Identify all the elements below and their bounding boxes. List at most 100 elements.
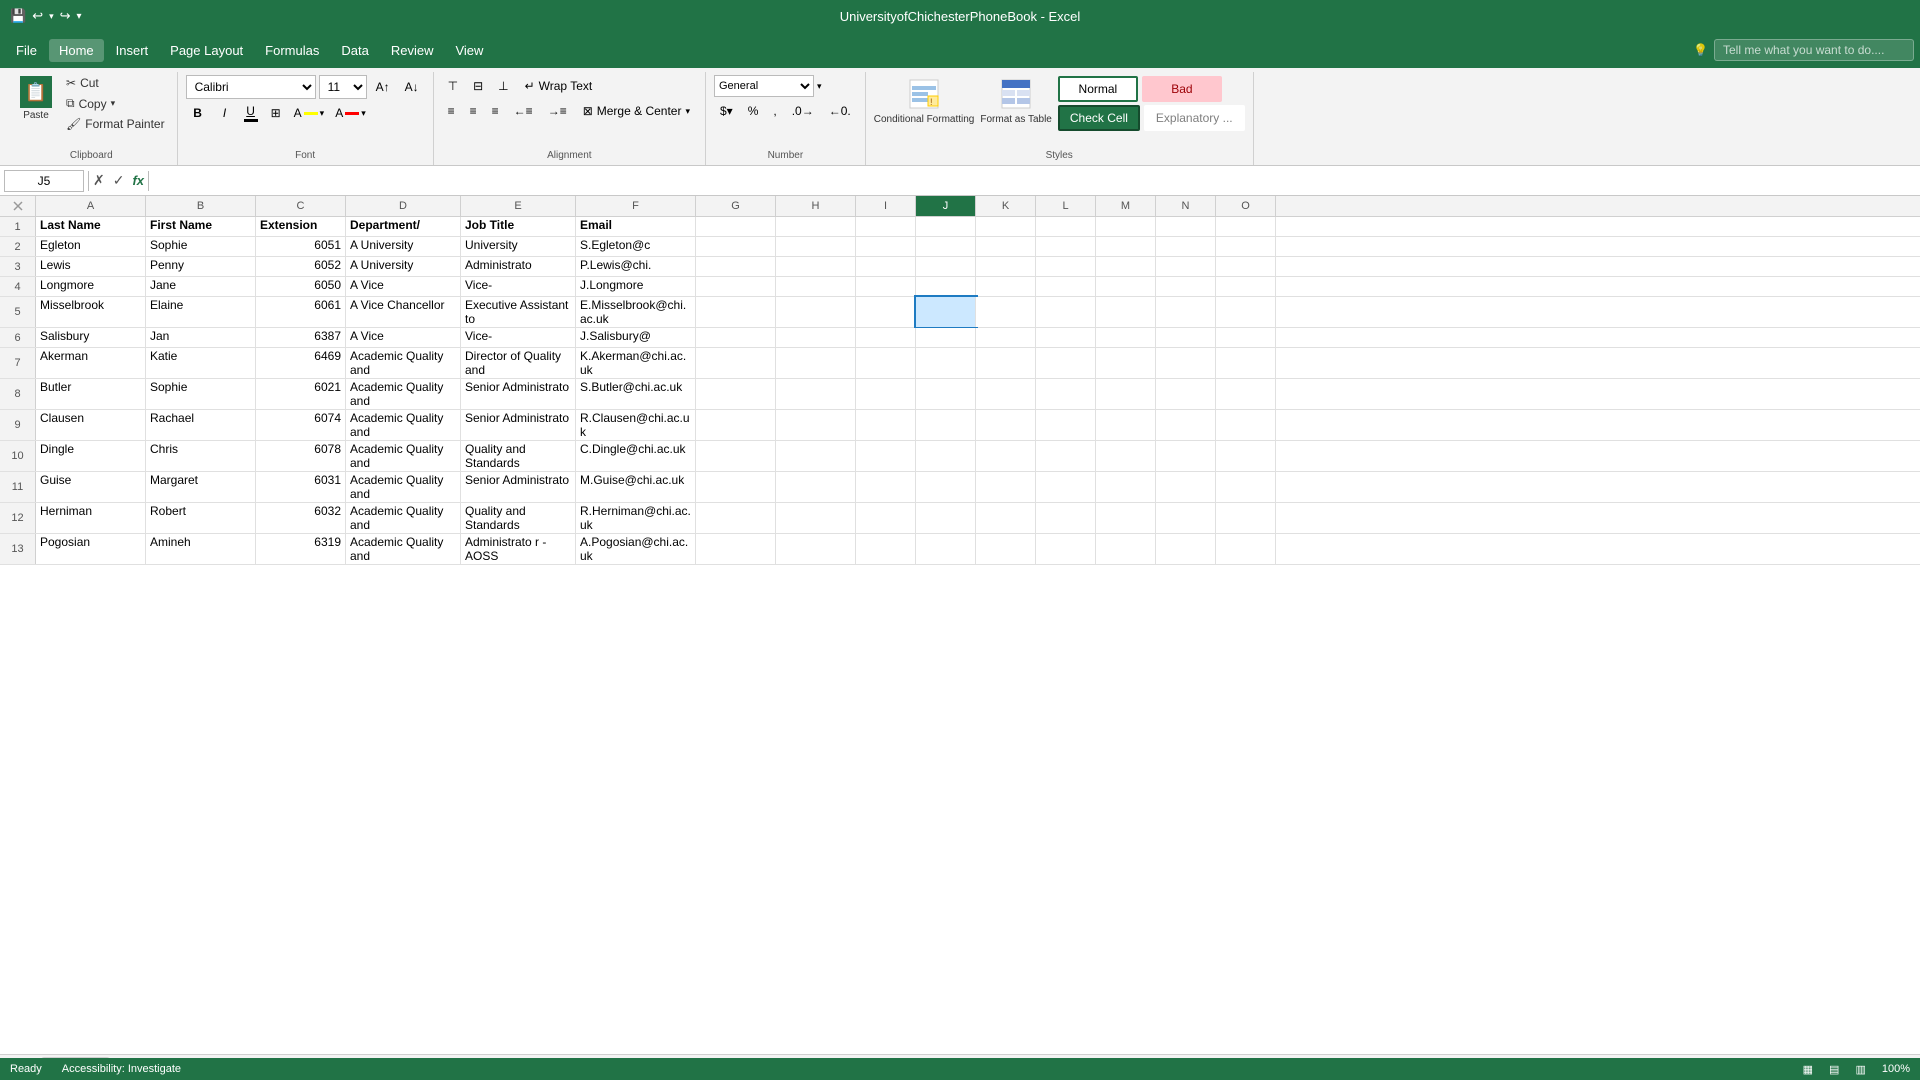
- insert-function-button[interactable]: fx: [132, 173, 144, 188]
- list-item[interactable]: Email: [576, 217, 696, 236]
- list-item[interactable]: [696, 534, 776, 564]
- col-header-m[interactable]: M: [1096, 196, 1156, 216]
- list-item[interactable]: R.Herniman@chi.ac.uk: [576, 503, 696, 533]
- list-item[interactable]: [916, 277, 976, 296]
- col-header-l[interactable]: L: [1036, 196, 1096, 216]
- currency-button[interactable]: $▾: [714, 100, 739, 122]
- undo-dropdown[interactable]: ▾: [49, 11, 54, 22]
- list-item[interactable]: 6469: [256, 348, 346, 378]
- col-header-a[interactable]: A: [36, 196, 146, 216]
- list-item[interactable]: [1156, 410, 1216, 440]
- list-item[interactable]: [696, 237, 776, 256]
- list-item[interactable]: [1036, 237, 1096, 256]
- list-item[interactable]: Academic Quality and: [346, 534, 461, 564]
- align-bottom-button[interactable]: ⊥: [492, 75, 514, 97]
- layout-view-button[interactable]: ▤: [1829, 1063, 1839, 1076]
- list-item[interactable]: Egleton: [36, 237, 146, 256]
- row-number[interactable]: 11: [0, 472, 36, 502]
- list-item[interactable]: Guise: [36, 472, 146, 502]
- list-item[interactable]: Lewis: [36, 257, 146, 276]
- list-item[interactable]: [1156, 257, 1216, 276]
- list-item[interactable]: 6051: [256, 237, 346, 256]
- list-item[interactable]: A Vice: [346, 277, 461, 296]
- list-item[interactable]: [1036, 217, 1096, 236]
- list-item[interactable]: [916, 503, 976, 533]
- merge-dropdown[interactable]: ▾: [685, 106, 690, 117]
- list-item[interactable]: [776, 297, 856, 327]
- list-item[interactable]: S.Butler@chi.ac.uk: [576, 379, 696, 409]
- list-item[interactable]: [856, 217, 916, 236]
- list-item[interactable]: Chris: [146, 441, 256, 471]
- wrap-text-button[interactable]: ↵ Wrap Text: [518, 76, 600, 96]
- underline-button[interactable]: U: [240, 102, 262, 124]
- list-item[interactable]: [1156, 534, 1216, 564]
- list-item[interactable]: [976, 257, 1036, 276]
- list-item[interactable]: [1216, 410, 1276, 440]
- align-right-button[interactable]: ≡: [486, 100, 505, 122]
- list-item[interactable]: Salisbury: [36, 328, 146, 347]
- list-item[interactable]: Sophie: [146, 379, 256, 409]
- list-item[interactable]: Senior Administrato: [461, 472, 576, 502]
- list-item[interactable]: [856, 328, 916, 347]
- align-middle-button[interactable]: ⊟: [467, 75, 489, 97]
- list-item[interactable]: [1096, 277, 1156, 296]
- list-item[interactable]: [1156, 441, 1216, 471]
- col-header-f[interactable]: F: [576, 196, 696, 216]
- list-item[interactable]: [856, 379, 916, 409]
- list-item[interactable]: [696, 257, 776, 276]
- align-left-button[interactable]: ≡: [442, 100, 461, 122]
- list-item[interactable]: [856, 534, 916, 564]
- list-item[interactable]: [776, 441, 856, 471]
- comma-button[interactable]: ,: [767, 100, 782, 122]
- list-item[interactable]: 6061: [256, 297, 346, 327]
- list-item[interactable]: [1216, 237, 1276, 256]
- list-item[interactable]: [1036, 410, 1096, 440]
- list-item[interactable]: [916, 328, 976, 347]
- list-item[interactable]: [1096, 348, 1156, 378]
- menu-page-layout[interactable]: Page Layout: [160, 39, 253, 62]
- list-item[interactable]: Elaine: [146, 297, 256, 327]
- list-item[interactable]: Sophie: [146, 237, 256, 256]
- list-item[interactable]: [1036, 277, 1096, 296]
- list-item[interactable]: [696, 348, 776, 378]
- list-item[interactable]: [916, 257, 976, 276]
- col-header-n[interactable]: N: [1156, 196, 1216, 216]
- list-item[interactable]: Academic Quality and: [346, 441, 461, 471]
- list-item[interactable]: [916, 379, 976, 409]
- increase-decimal-button[interactable]: .0→: [786, 100, 820, 122]
- page-break-button[interactable]: ▥: [1855, 1063, 1865, 1076]
- list-item[interactable]: 6078: [256, 441, 346, 471]
- list-item[interactable]: [856, 257, 916, 276]
- list-item[interactable]: University: [461, 237, 576, 256]
- list-item[interactable]: [916, 472, 976, 502]
- list-item[interactable]: Administrato r - AOSS: [461, 534, 576, 564]
- list-item[interactable]: [916, 237, 976, 256]
- list-item[interactable]: [696, 472, 776, 502]
- list-item[interactable]: [1036, 441, 1096, 471]
- copy-button[interactable]: ⧉ Copy ▾: [62, 94, 169, 113]
- list-item[interactable]: Katie: [146, 348, 256, 378]
- list-item[interactable]: Academic Quality and: [346, 503, 461, 533]
- list-item[interactable]: Clausen: [36, 410, 146, 440]
- col-header-d[interactable]: D: [346, 196, 461, 216]
- col-header-b[interactable]: B: [146, 196, 256, 216]
- list-item[interactable]: [1036, 257, 1096, 276]
- list-item[interactable]: [696, 277, 776, 296]
- list-item[interactable]: [1216, 441, 1276, 471]
- list-item[interactable]: [1096, 410, 1156, 440]
- row-number[interactable]: 10: [0, 441, 36, 471]
- border-button[interactable]: ⊞: [265, 102, 287, 124]
- row-number[interactable]: 5: [0, 297, 36, 327]
- list-item[interactable]: [696, 297, 776, 327]
- list-item[interactable]: Quality and Standards: [461, 503, 576, 533]
- number-format-dropdown[interactable]: ▾: [817, 81, 822, 92]
- normal-style[interactable]: Normal: [1058, 76, 1138, 102]
- list-item[interactable]: J.Longmore: [576, 277, 696, 296]
- cut-button[interactable]: ✂ Cut: [62, 74, 169, 92]
- list-item[interactable]: [976, 237, 1036, 256]
- list-item[interactable]: [776, 410, 856, 440]
- list-item[interactable]: [696, 410, 776, 440]
- list-item[interactable]: Senior Administrato: [461, 379, 576, 409]
- list-item[interactable]: [1216, 217, 1276, 236]
- search-input[interactable]: [1714, 39, 1914, 61]
